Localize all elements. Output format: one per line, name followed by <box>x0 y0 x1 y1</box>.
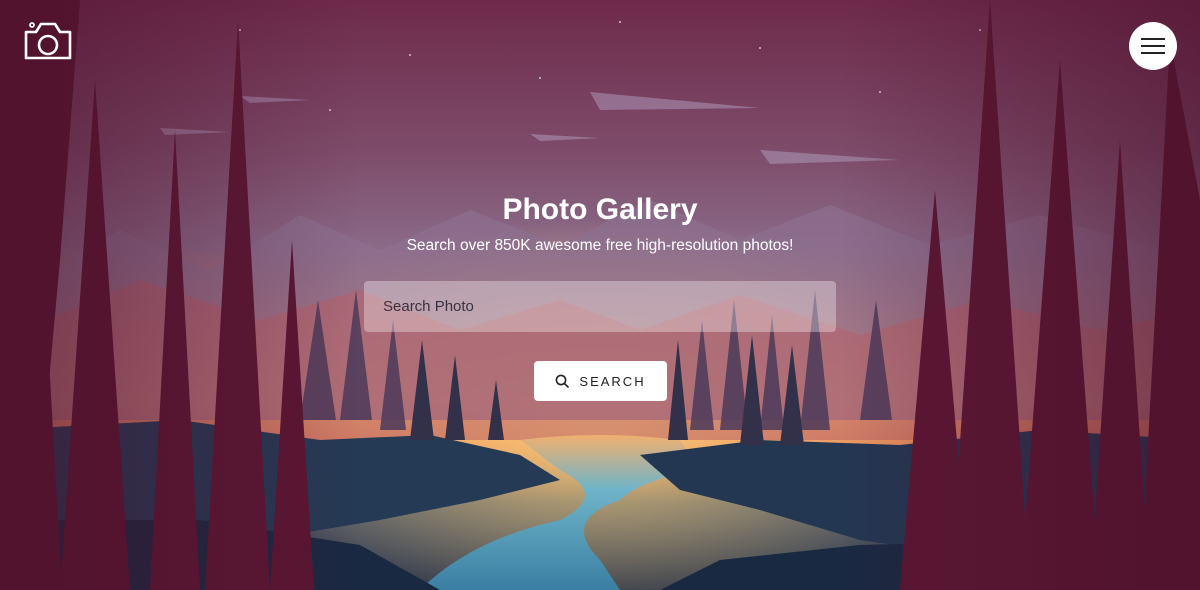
search-button[interactable]: SEARCH <box>534 361 667 401</box>
search-button-label: SEARCH <box>579 373 646 389</box>
hamburger-menu-icon <box>1141 38 1165 54</box>
camera-icon <box>24 22 72 60</box>
search-icon <box>556 374 570 388</box>
menu-button[interactable] <box>1129 22 1177 70</box>
search-input[interactable] <box>364 281 836 332</box>
camera-logo[interactable] <box>22 18 74 64</box>
page-title: Photo Gallery <box>502 193 698 226</box>
page-subtitle: Search over 850K awesome free high-resol… <box>406 237 794 254</box>
